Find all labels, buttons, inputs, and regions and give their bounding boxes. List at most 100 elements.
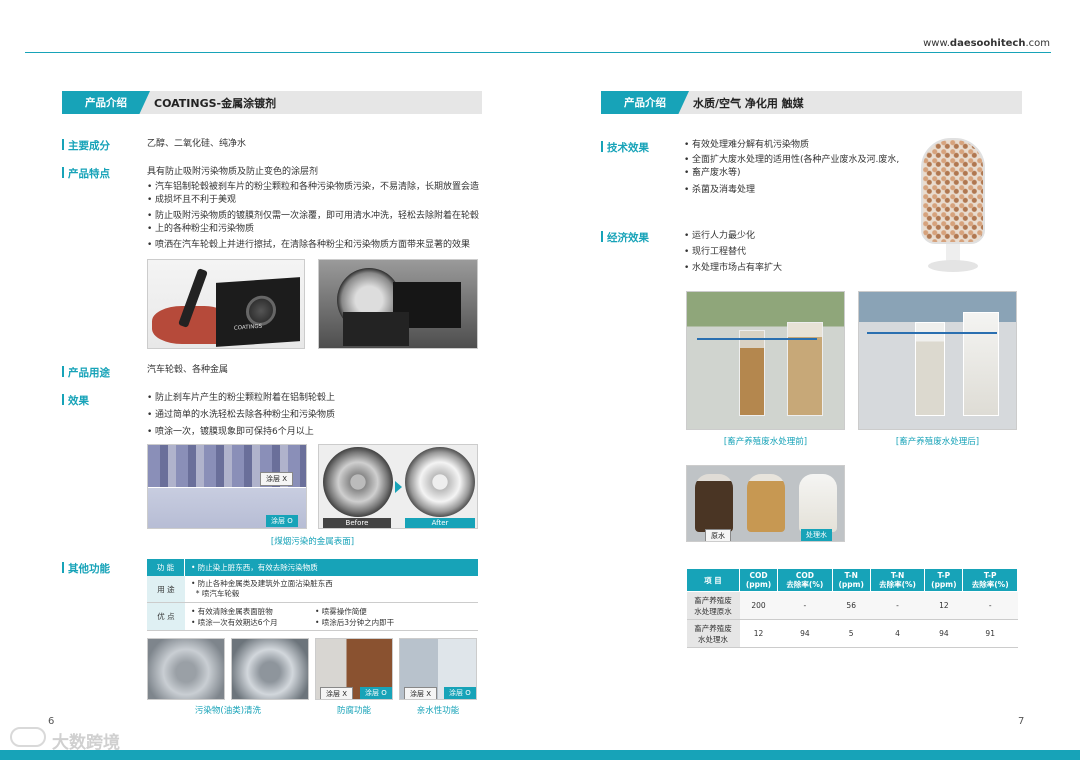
right-section-header: 产品介绍 水质/空气 净化用 触媒 — [601, 91, 1022, 114]
table-cell: 12 — [924, 591, 963, 620]
reactor-column-2 — [963, 312, 999, 416]
econ-effect-label: 经济效果 — [601, 230, 649, 245]
watermark-logo-icon — [10, 727, 46, 747]
jar-glass — [921, 138, 985, 244]
after-label: After — [405, 518, 475, 528]
table-row: 用 途 • 防止各种金属类及建筑外立面沾染脏东西 * 喷汽车轮毂 — [147, 576, 478, 603]
header-title: 水质/空气 净化用 触媒 — [693, 96, 804, 110]
coat-x-label: 涂层 X — [320, 687, 354, 699]
list-item: 全面扩大废水处理的适用性(各种产业废水及河.废水, — [684, 154, 909, 167]
features-label: 产品特点 — [62, 166, 110, 181]
main-ingredient-label: 主要成分 — [62, 138, 110, 153]
table-cell: 5 — [832, 619, 871, 648]
row-text: • 防止染上脏东西，有效去除污染物质 — [191, 563, 318, 572]
list-item: 通过简单的水洗轻松去除各种粉尘和污染物质 — [147, 407, 487, 424]
row-line: • 防止各种金属类及建筑外立面沾染脏东西 — [191, 579, 333, 588]
row-label: 畜产养殖废 水处理原水 — [686, 591, 740, 620]
coating-comparison-photo: 涂层 X 涂层 O — [147, 444, 307, 529]
water-sample-bottles-photo: 原水 处理水 — [686, 465, 845, 542]
pipe — [697, 338, 817, 340]
coat-o-label: 涂层 O — [266, 515, 298, 527]
col-header: 项 目 — [686, 568, 740, 592]
box-brand-text: COATINGS — [233, 323, 263, 332]
table-cell: 94 — [924, 619, 963, 648]
page-number-right: 7 — [1018, 716, 1025, 727]
bottle-mid — [747, 474, 785, 532]
table-cell: 94 — [777, 619, 833, 648]
list-item: 现行工程替代 — [684, 244, 909, 260]
col-header: T-P 去除率(%) — [962, 568, 1018, 592]
list-item: 有效处理难分解有机污染物质 — [684, 138, 909, 152]
page-number-left: 6 — [48, 716, 55, 727]
pipe — [867, 332, 997, 334]
list-item-cont: 畜产废水等) — [684, 167, 909, 180]
wheel-before-after-photo: Before After — [318, 444, 478, 529]
footer-bar — [0, 750, 1080, 760]
caption-hydrophilic: 亲水性功能 — [416, 706, 460, 716]
table-cell: - — [962, 591, 1018, 620]
list-item: 汽车铝制轮毂被刹车片的粉尘颗粒和各种污染物质污染，不易清除，长期放置会造 — [147, 181, 487, 194]
row-text-2: • 喷雾操作简便 • 喷涂后3分钟之内即干 — [309, 603, 400, 630]
row-line: • 喷涂一次有效期达6个月 — [191, 618, 278, 627]
arrow-icon — [395, 481, 402, 493]
other-functions-label: 其他功能 — [62, 561, 110, 576]
caption-cleaning: 污染物(油类)清洗 — [194, 706, 262, 716]
list-item: 喷洒在汽车轮毂上并进行擦拭，在清除各种粉尘和污染物质方面带来显著的效果 — [147, 239, 487, 252]
list-item: 防止刹车片产生的粉尘颗粒附着在铝制轮毂上 — [147, 390, 487, 407]
col-header: T-N 去除率(%) — [869, 568, 926, 592]
row-line: • 喷涂后3分钟之内即干 — [315, 618, 395, 627]
row-head: 优 点 — [147, 603, 185, 630]
list-item: 防止吸附污染物质的镀膜剂仅需一次涂覆，即可用清水冲洗，轻松去除附着在轮毂 — [147, 210, 487, 223]
row-text: • 有效清除金属表面脏物 • 喷涂一次有效期达6个月 — [185, 603, 309, 630]
row-head: 用 途 — [147, 576, 185, 602]
table-cell: 4 — [870, 619, 925, 648]
table-row: 畜产养殖废 水处理水 12 94 5 4 94 91 — [686, 619, 1018, 648]
table-row: 畜产养殖废 水处理原水 200 - 56 - 12 - — [686, 591, 1018, 620]
jar-base — [928, 260, 978, 272]
treated-water-label: 处理水 — [801, 529, 832, 541]
top-divider — [25, 52, 1051, 53]
table-cell: 91 — [962, 619, 1018, 648]
list-item-cont: 成损坏且不利于美观 — [147, 194, 487, 207]
effect-bullets: 防止刹车片产生的粉尘颗粒附着在铝制轮毂上 通过简单的水洗轻松去除各种粉尘和污染物… — [147, 390, 487, 441]
bottle-raw — [695, 474, 733, 532]
raw-water-label: 原水 — [705, 529, 731, 541]
coat-x-label: 涂层 X — [404, 687, 438, 699]
col-header: T-P (ppm) — [924, 568, 964, 592]
before-label: Before — [323, 518, 391, 528]
list-item: 喷涂一次，镀膜现象即可保持6个月以上 — [147, 424, 487, 441]
list-item-cont: 上的各种粉尘和污染物质 — [147, 223, 487, 236]
features-bullets: 汽车铝制轮毂被刹车片的粉尘颗粒和各种污染物质污染，不易清除，长期放置会造 成损坏… — [147, 181, 487, 252]
row-label: 畜产养殖废 水处理水 — [686, 619, 740, 648]
effect-label: 效果 — [62, 393, 89, 408]
tech-effect-bullets: 有效处理难分解有机污染物质 全面扩大废水处理的适用性(各种产业废水及河.废水, … — [684, 138, 909, 197]
coat-o-label: 涂层 O — [444, 687, 476, 699]
col-header: COD 去除率(%) — [777, 568, 833, 592]
table-cell: 12 — [739, 619, 778, 648]
website-url[interactable]: www.daesoohitech.com — [923, 38, 1050, 49]
other-functions-table: 功 能 • 防止染上脏东西，有效去除污染物质 用 途 • 防止各种金属类及建筑外… — [147, 559, 478, 631]
header-tag: 产品介绍 — [601, 91, 689, 114]
list-item: 杀菌及消毒处理 — [684, 183, 909, 197]
table-row: 优 点 • 有效清除金属表面脏物 • 喷涂一次有效期达6个月 • 喷雾操作简便 … — [147, 603, 478, 631]
header-title: COATINGS-金属涂镀剂 — [154, 96, 277, 110]
reactor-photo-after — [858, 291, 1017, 430]
tech-effect-label: 技术效果 — [601, 140, 649, 155]
product-photo-2 — [318, 259, 478, 349]
table-row: 功 能 • 防止染上脏东西，有效去除污染物质 — [147, 559, 478, 576]
table-header-row: 项 目 COD (ppm) COD 去除率(%) T-N (ppm) T-N 去… — [686, 568, 1018, 592]
left-section-header: 产品介绍 COATINGS-金属涂镀剂 — [62, 91, 482, 114]
table-cell: 56 — [832, 591, 871, 620]
catalyst-jar-image — [918, 138, 988, 274]
table-cell: 200 — [739, 591, 778, 620]
product-photo-1: COATINGS — [147, 259, 305, 349]
col-header: T-N (ppm) — [831, 568, 871, 592]
wheel-before — [323, 447, 393, 517]
cleaning-photo-1 — [147, 638, 225, 700]
hydrophilic-photo: 涂层 X 涂层 O — [399, 638, 477, 700]
table-cell: - — [777, 591, 833, 620]
table-cell: - — [870, 591, 925, 620]
usage-label: 产品用途 — [62, 365, 110, 380]
coat-o-label: 涂层 O — [360, 687, 392, 699]
effect-caption: [煤烟污染的金属表面] — [270, 537, 355, 547]
